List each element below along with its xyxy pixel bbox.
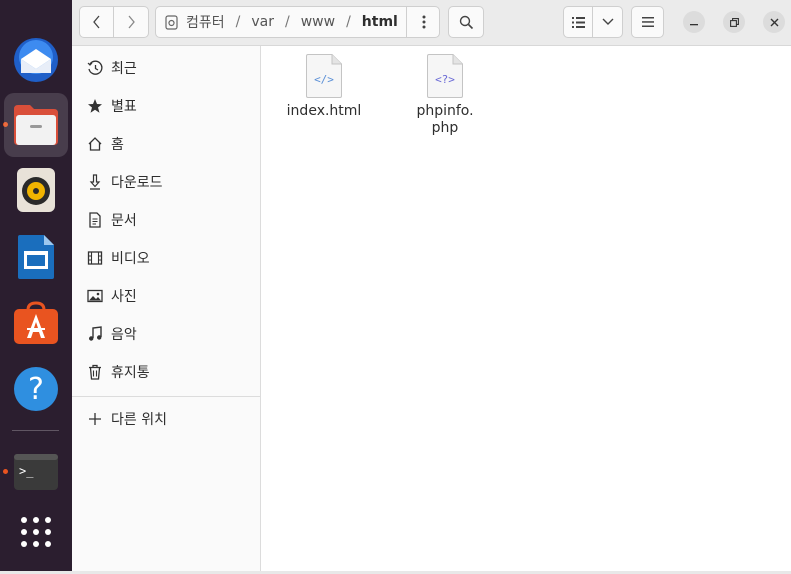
restore-icon: [729, 17, 739, 27]
svg-text:?: ?: [28, 372, 44, 407]
dock-app-center[interactable]: [4, 291, 68, 355]
dock-files[interactable]: [4, 93, 68, 157]
drive-icon: [165, 14, 178, 30]
php-file-icon: <?>: [427, 54, 463, 98]
path-bar: 컴퓨터 / var / www / html: [155, 6, 440, 38]
sidebar-item-home[interactable]: 홈: [72, 125, 260, 163]
path-segment-html[interactable]: html: [360, 14, 400, 30]
sidebar: 최근 별표 홈 다운로드 문서 비디오 사진 음악 휴지통 다른 위치: [72, 46, 261, 574]
forward-button[interactable]: [114, 7, 148, 37]
music-icon: [86, 326, 103, 343]
dock-libreoffice-writer[interactable]: [4, 225, 68, 289]
navigation-buttons: [79, 6, 149, 38]
minimize-icon: [690, 24, 698, 26]
terminal-icon: >_: [14, 454, 58, 490]
close-icon: [770, 18, 778, 26]
sidebar-item-label: 음악: [111, 327, 137, 343]
grid-icon: [21, 517, 51, 547]
help-icon: ?: [14, 367, 58, 411]
close-button[interactable]: [763, 11, 785, 33]
list-view-button[interactable]: [564, 7, 594, 37]
search-icon: [459, 15, 473, 29]
file-name: phpinfo. php: [416, 103, 474, 136]
sidebar-item-label: 비디오: [111, 251, 150, 267]
svg-text:>_: >_: [19, 464, 34, 478]
hamburger-icon: [641, 17, 654, 27]
dock-terminal[interactable]: >_: [4, 440, 68, 504]
path-segment-var[interactable]: var: [249, 14, 276, 30]
home-icon: [86, 136, 103, 153]
dock: ? >_: [0, 0, 72, 574]
kebab-menu-icon: [422, 15, 426, 29]
minimize-button[interactable]: [683, 11, 705, 33]
speaker-icon: [17, 168, 55, 212]
chevron-down-icon: [602, 18, 613, 25]
plus-icon: [86, 411, 103, 428]
sidebar-item-starred[interactable]: 별표: [72, 87, 260, 125]
sidebar-item-recent[interactable]: 최근: [72, 49, 260, 87]
chevron-right-icon: [128, 15, 135, 29]
trash-icon: [86, 364, 103, 381]
dock-help[interactable]: ?: [4, 357, 68, 421]
sidebar-item-label: 별표: [111, 99, 137, 115]
picture-icon: [86, 288, 103, 305]
writer-icon: [18, 235, 54, 279]
svg-text:</>: </>: [314, 73, 334, 86]
restore-button[interactable]: [723, 11, 745, 33]
sidebar-item-documents[interactable]: 문서: [72, 201, 260, 239]
sidebar-item-label: 문서: [111, 213, 137, 229]
files-icon: [14, 105, 58, 145]
sidebar-item-label: 다운로드: [111, 175, 163, 191]
path-menu-button[interactable]: [406, 7, 441, 37]
sidebar-separator: [72, 396, 260, 397]
path-separator: /: [235, 14, 241, 30]
path-separator: /: [284, 14, 290, 30]
sidebar-item-downloads[interactable]: 다운로드: [72, 163, 260, 201]
clock-icon: [86, 60, 103, 77]
view-toggle-group: [563, 6, 623, 38]
back-button[interactable]: [80, 7, 115, 37]
download-icon: [86, 174, 103, 191]
file-name: index.html: [286, 103, 362, 119]
list-view-icon: [571, 16, 585, 28]
path-segment-www[interactable]: www: [299, 14, 337, 30]
star-icon: [86, 98, 103, 115]
file-view: </> index.html <?> phpinfo. php: [261, 46, 791, 574]
file-item-phpinfo-php[interactable]: <?> phpinfo. php: [400, 53, 490, 137]
sidebar-item-label: 사진: [111, 289, 137, 305]
sidebar-item-pictures[interactable]: 사진: [72, 277, 260, 315]
sidebar-item-music[interactable]: 음악: [72, 315, 260, 353]
video-icon: [86, 250, 103, 267]
header-bar: 컴퓨터 / var / www / html: [72, 0, 791, 46]
sidebar-item-label: 다른 위치: [111, 412, 167, 428]
sidebar-item-label: 홈: [111, 137, 124, 153]
main-menu-button[interactable]: [631, 6, 664, 38]
path-separator: /: [346, 14, 351, 30]
file-manager-window: 컴퓨터 / var / www / html 최근 별표 홈 다운로드 문서 비…: [72, 0, 791, 574]
path-segment-computer[interactable]: 컴퓨터: [184, 12, 227, 32]
app-center-icon: [14, 301, 58, 344]
chevron-left-icon: [92, 15, 99, 29]
sidebar-item-trash[interactable]: 휴지통: [72, 353, 260, 391]
sidebar-item-label: 휴지통: [111, 365, 150, 381]
view-options-button[interactable]: [593, 7, 622, 37]
html-file-icon: </>: [306, 54, 342, 98]
search-button[interactable]: [448, 6, 484, 38]
sidebar-item-other-locations[interactable]: 다른 위치: [72, 400, 260, 438]
document-icon: [86, 212, 103, 229]
dock-show-apps[interactable]: [4, 500, 68, 564]
dock-separator: [12, 430, 59, 431]
sidebar-item-label: 최근: [111, 61, 137, 77]
dock-rhythmbox[interactable]: [4, 158, 68, 222]
svg-text:<?>: <?>: [435, 73, 455, 86]
dock-thunderbird[interactable]: [4, 28, 68, 92]
thunderbird-icon: [14, 38, 58, 82]
sidebar-item-videos[interactable]: 비디오: [72, 239, 260, 277]
file-item-index-html[interactable]: </> index.html: [279, 53, 369, 120]
